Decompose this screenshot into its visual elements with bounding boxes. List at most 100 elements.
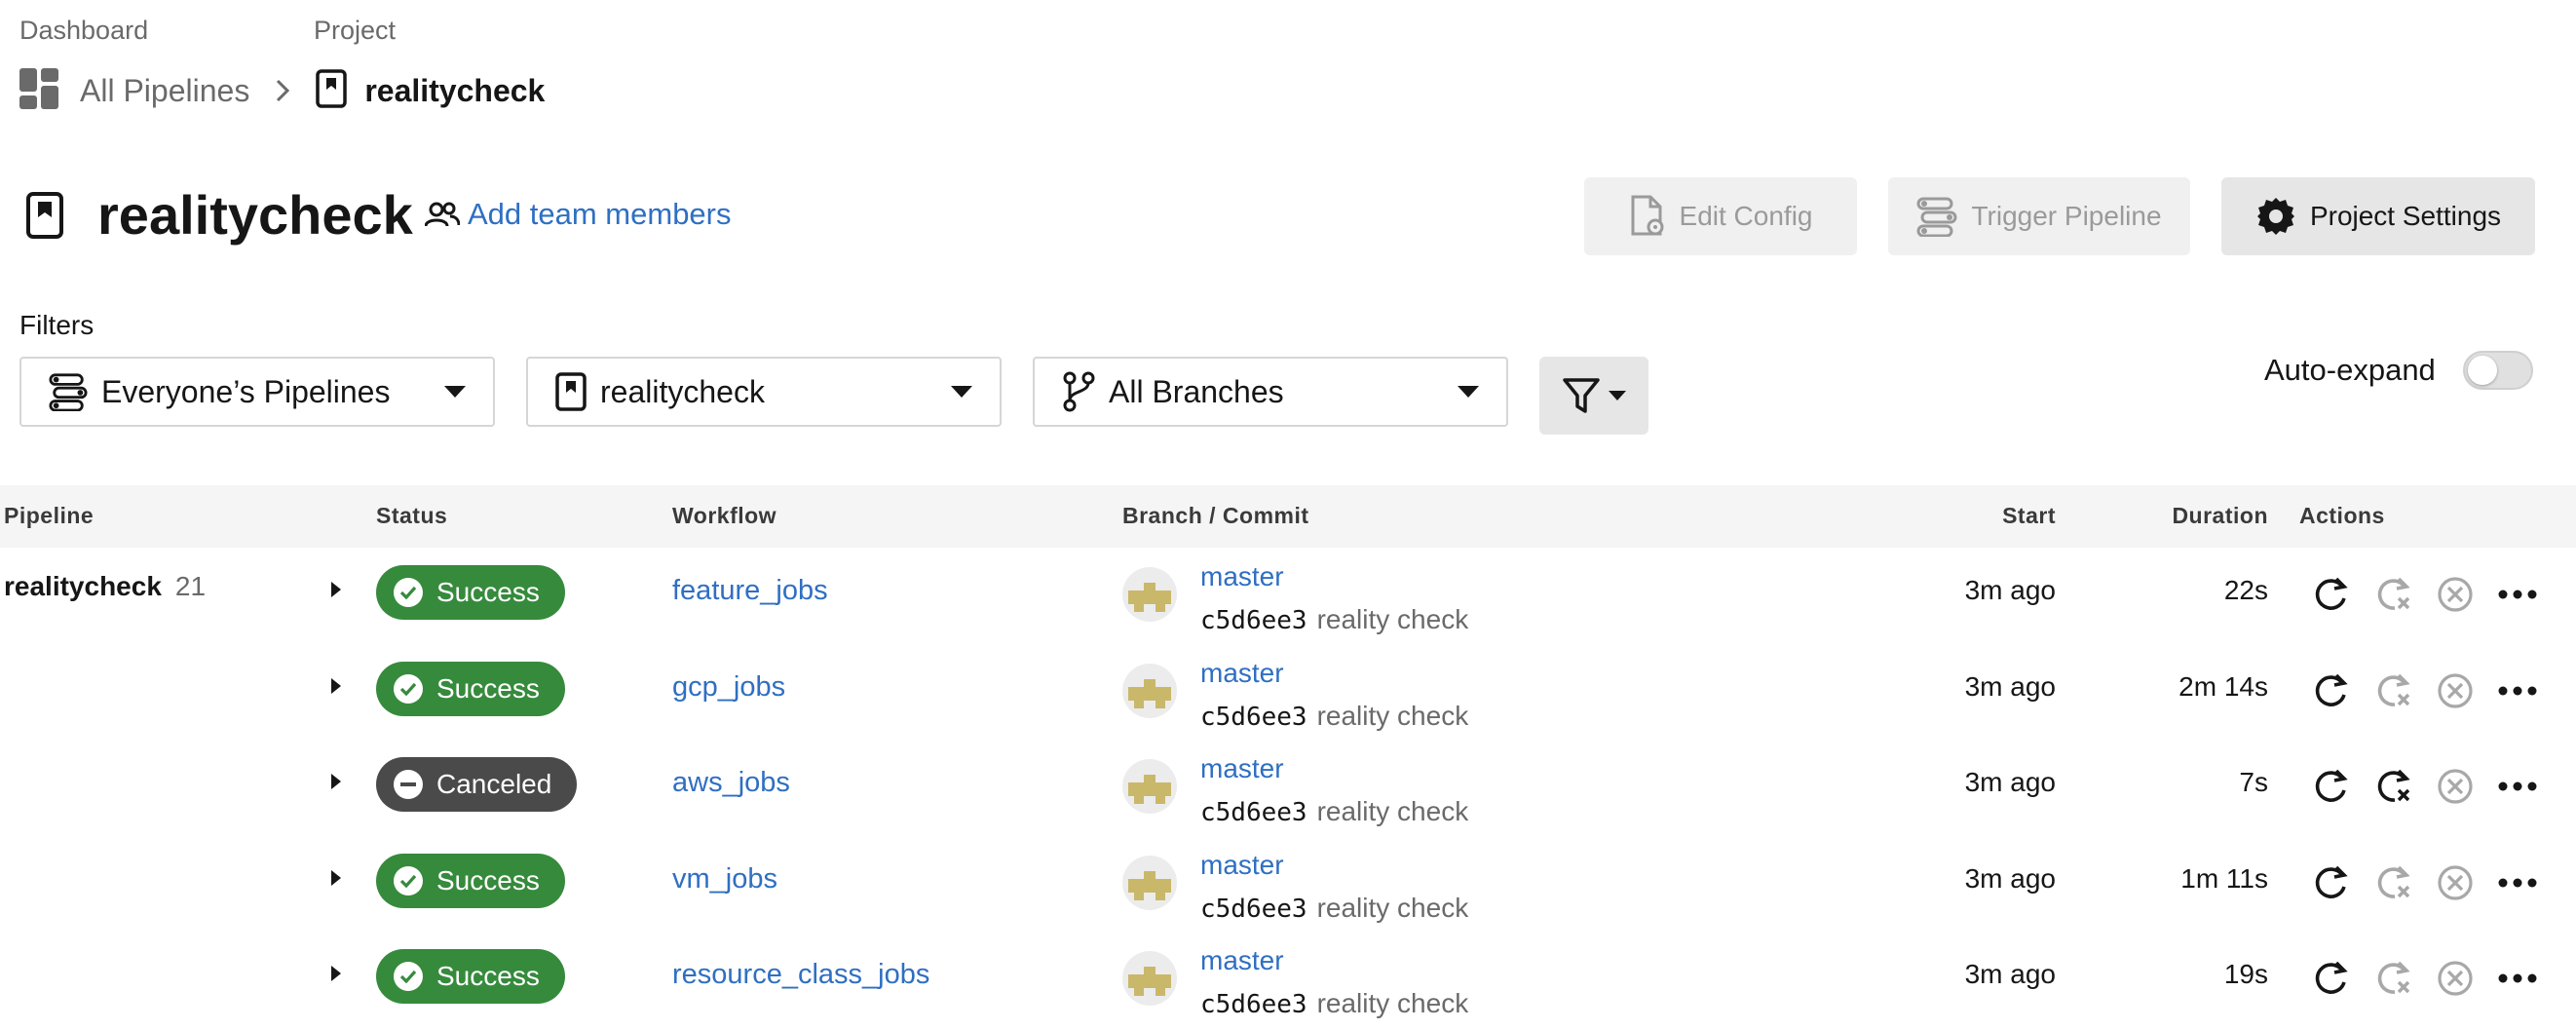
- rerun-icon[interactable]: [2309, 669, 2352, 712]
- start-time: 3m ago: [1964, 670, 2056, 702]
- auto-expand-toggle[interactable]: [2463, 351, 2533, 390]
- branch-filter-dropdown[interactable]: All Branches: [1033, 357, 1508, 427]
- branch-link[interactable]: master: [1200, 561, 1284, 592]
- chevron-right-icon: [275, 78, 290, 103]
- rerun-icon[interactable]: [2309, 573, 2352, 616]
- workflow-link[interactable]: feature_jobs: [672, 575, 828, 607]
- funnel-icon: [1563, 378, 1600, 413]
- duration: 7s: [2239, 767, 2268, 797]
- cancel-workflow-icon[interactable]: [2434, 861, 2477, 904]
- more-options-icon[interactable]: [2496, 957, 2539, 1000]
- rerun-failed-icon[interactable]: [2371, 669, 2414, 712]
- edit-config-label: Edit Config: [1679, 201, 1813, 231]
- project-bookmark-icon: [25, 191, 64, 245]
- commit-message: reality check: [1316, 700, 1469, 731]
- breadcrumb-dashboard-label: Dashboard: [19, 16, 149, 45]
- caret-down-icon: [444, 386, 466, 398]
- expand-arrow-icon[interactable]: [329, 579, 347, 602]
- commit-message: reality check: [1316, 892, 1469, 923]
- more-options-icon[interactable]: [2496, 573, 2539, 616]
- table-header: Pipeline Status Workflow Branch / Commit…: [0, 485, 2576, 548]
- breadcrumb-project-label: Project: [314, 16, 397, 45]
- cancel-workflow-icon[interactable]: [2434, 957, 2477, 1000]
- advanced-filter-button[interactable]: [1539, 357, 1648, 435]
- auto-expand-label: Auto-expand: [2264, 353, 2436, 387]
- add-team-members-link[interactable]: Add team members: [425, 197, 732, 232]
- branch-link[interactable]: master: [1200, 850, 1284, 881]
- commit-info[interactable]: c5d6ee3 reality check: [1200, 893, 1468, 924]
- project-filter-dropdown[interactable]: realitycheck: [526, 357, 1002, 427]
- start-time: 3m ago: [1964, 767, 2056, 797]
- rerun-icon[interactable]: [2309, 861, 2352, 904]
- dashboard-grid-icon: [19, 67, 60, 114]
- pipeline-name-label: realitycheck: [4, 571, 162, 601]
- status-badge[interactable]: Success: [376, 565, 565, 620]
- rerun-failed-icon[interactable]: [2371, 573, 2414, 616]
- check-icon: [394, 865, 423, 896]
- caret-down-icon: [951, 386, 972, 398]
- duration: 19s: [2223, 959, 2268, 989]
- caret-down-icon: [1458, 386, 1479, 398]
- rerun-failed-icon[interactable]: [2371, 957, 2414, 1000]
- expand-arrow-icon[interactable]: [329, 675, 347, 699]
- pipelines-filter-dropdown[interactable]: Everyone’s Pipelines: [19, 357, 495, 427]
- git-branch-icon: [1063, 371, 1095, 412]
- col-status: Status: [376, 503, 448, 528]
- status-badge[interactable]: Success: [376, 949, 565, 1004]
- edit-config-button[interactable]: Edit Config: [1584, 177, 1857, 255]
- commit-info[interactable]: c5d6ee3 reality check: [1200, 988, 1468, 1019]
- branch-link[interactable]: master: [1200, 753, 1284, 784]
- status-label: Success: [436, 961, 540, 991]
- avatar: [1122, 855, 1177, 910]
- workflow-link[interactable]: vm_jobs: [672, 863, 777, 896]
- project-settings-label: Project Settings: [2309, 201, 2502, 231]
- more-options-icon[interactable]: [2496, 765, 2539, 808]
- duration: 2m 14s: [2178, 670, 2268, 702]
- col-start: Start: [2002, 503, 2056, 528]
- commit-hash: c5d6ee3: [1200, 606, 1307, 635]
- breadcrumb-all-pipelines[interactable]: All Pipelines: [80, 73, 249, 109]
- minus-icon: [394, 770, 423, 799]
- cancel-workflow-icon[interactable]: [2434, 765, 2477, 808]
- more-options-icon[interactable]: [2496, 669, 2539, 712]
- col-pipeline: Pipeline: [4, 503, 95, 528]
- check-icon: [394, 962, 423, 991]
- expand-arrow-icon[interactable]: [329, 867, 347, 891]
- rerun-icon[interactable]: [2309, 957, 2352, 1000]
- commit-info[interactable]: c5d6ee3 reality check: [1200, 604, 1468, 635]
- rerun-failed-icon[interactable]: [2371, 765, 2414, 808]
- workflow-link[interactable]: aws_jobs: [672, 767, 790, 799]
- status-badge[interactable]: Success: [376, 661, 565, 716]
- project-filter-value: realitycheck: [600, 373, 765, 409]
- cancel-workflow-icon[interactable]: [2434, 669, 2477, 712]
- pipeline-name[interactable]: realitycheck 21: [4, 571, 206, 602]
- col-actions: Actions: [2299, 503, 2385, 528]
- status-badge[interactable]: Success: [376, 853, 565, 908]
- commit-info[interactable]: c5d6ee3 reality check: [1200, 796, 1468, 827]
- commit-message: reality check: [1316, 796, 1469, 826]
- trigger-pipeline-button[interactable]: Trigger Pipeline: [1888, 177, 2190, 255]
- breadcrumb: All Pipelines realitycheck: [19, 66, 545, 115]
- branch-link[interactable]: master: [1200, 658, 1284, 689]
- status-label: Canceled: [436, 769, 552, 799]
- start-time: 3m ago: [1964, 575, 2056, 605]
- expand-arrow-icon[interactable]: [329, 771, 347, 794]
- branch-link[interactable]: master: [1200, 945, 1284, 976]
- commit-message: reality check: [1316, 604, 1469, 634]
- workflow-link[interactable]: gcp_jobs: [672, 671, 785, 704]
- project-settings-button[interactable]: Project Settings: [2221, 177, 2535, 255]
- workflow-link[interactable]: resource_class_jobs: [672, 959, 929, 991]
- rerun-icon[interactable]: [2309, 765, 2352, 808]
- commit-hash: c5d6ee3: [1200, 798, 1307, 827]
- more-options-icon[interactable]: [2496, 861, 2539, 904]
- status-label: Success: [436, 577, 540, 607]
- table-row: Success resource_class_jobs master c5d6ee3 r…: [0, 934, 2576, 1029]
- cancel-workflow-icon[interactable]: [2434, 573, 2477, 616]
- breadcrumb-project[interactable]: realitycheck: [364, 73, 545, 109]
- status-badge[interactable]: Canceled: [376, 757, 578, 812]
- expand-arrow-icon[interactable]: [329, 963, 347, 986]
- commit-info[interactable]: c5d6ee3 reality check: [1200, 701, 1468, 732]
- rerun-failed-icon[interactable]: [2371, 861, 2414, 904]
- duration: 1m 11s: [2180, 862, 2268, 894]
- status-label: Success: [436, 672, 540, 704]
